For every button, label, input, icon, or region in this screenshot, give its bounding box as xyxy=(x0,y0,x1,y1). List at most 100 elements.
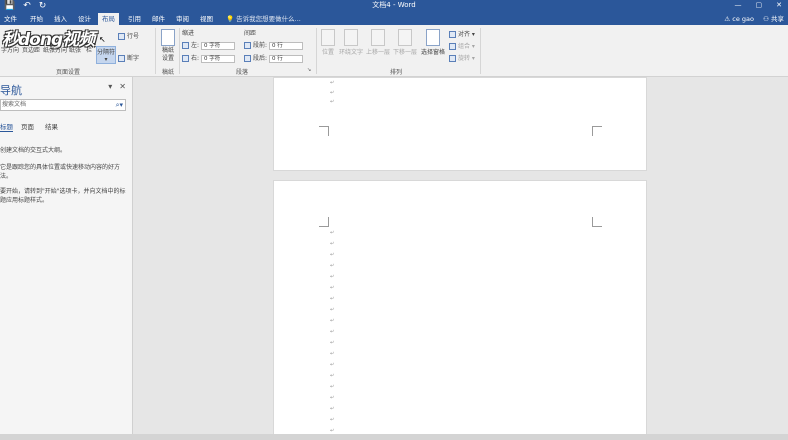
pane-options-icon[interactable]: ▾ xyxy=(108,82,112,91)
columns-button[interactable]: 栏 xyxy=(82,45,96,54)
manuscript-settings-button[interactable]: 稿纸设置 xyxy=(159,29,177,63)
nav-tab-headings[interactable]: 标题 xyxy=(0,121,13,132)
close-button[interactable]: ✕ xyxy=(776,0,782,11)
indent-right-icon xyxy=(182,55,189,62)
nav-search-input[interactable]: 搜索文档 ⌕▾ xyxy=(0,99,126,111)
paragraph-group-label: 段落 xyxy=(236,69,249,76)
page-1[interactable]: ↵ ↵ ↵ xyxy=(273,77,647,171)
user-account[interactable]: ⚠ ce gao xyxy=(724,13,754,25)
paragraph-mark: ↵ xyxy=(330,90,335,96)
paragraph-mark: ↵ xyxy=(330,362,335,368)
paragraph-mark: ↵ xyxy=(330,263,335,269)
manuscript-group-label: 稿纸 xyxy=(162,69,175,76)
align-button[interactable]: 对齐 ▾ xyxy=(449,29,475,38)
margins-button[interactable]: 页边距 xyxy=(20,45,42,54)
wrap-text-icon xyxy=(344,29,358,46)
tab-file[interactable]: 文件 xyxy=(0,13,21,25)
group-separator xyxy=(155,28,156,74)
send-backward-button[interactable]: 下移一层 xyxy=(392,29,418,56)
send-backward-icon xyxy=(398,29,412,46)
tab-layout[interactable]: 布局 xyxy=(98,13,119,25)
paragraph-mark: ↵ xyxy=(330,80,335,86)
search-icon[interactable]: ⌕▾ xyxy=(116,100,123,110)
tab-design[interactable]: 设计 xyxy=(74,13,95,25)
margin-corner-mark xyxy=(592,217,602,227)
spacing-after-icon xyxy=(244,55,251,62)
paragraph-dialog-launcher[interactable]: ↘ xyxy=(307,67,311,73)
spacing-after-input[interactable]: 0 行 xyxy=(268,54,303,63)
paragraph-mark: ↵ xyxy=(330,274,335,280)
bring-forward-button[interactable]: 上移一层 xyxy=(365,29,391,56)
title-bar: 💾 ↶ ↻ 文档4 - Word — ▢ ✕ xyxy=(0,0,788,12)
line-numbers-button[interactable]: 行号 xyxy=(118,31,139,40)
status-bar xyxy=(0,434,788,440)
nav-tab-results[interactable]: 结果 xyxy=(45,121,58,131)
margin-corner-mark xyxy=(319,126,329,136)
lightbulb-icon: 💡 xyxy=(226,15,235,23)
spacing-before-input[interactable]: 0 行 xyxy=(268,41,303,50)
page-2[interactable]: ↵ ↵ ↵ ↵ ↵ ↵ ↵ ↵ ↵ ↵ ↵ ↵ ↵ ↵ ↵ ↵ ↵ ↵ ↵ xyxy=(273,180,647,440)
breaks-button[interactable]: 分隔符 ▾ xyxy=(96,46,116,64)
indent-left-control[interactable]: 左: 0 字符 xyxy=(182,40,235,50)
tab-insert[interactable]: 插入 xyxy=(50,13,71,25)
paragraph-mark: ↵ xyxy=(330,307,335,313)
rotate-button[interactable]: 旋转 ▾ xyxy=(449,53,475,62)
tab-view[interactable]: 视图 xyxy=(196,13,217,25)
close-icon[interactable]: ✕ xyxy=(119,82,126,91)
group-separator xyxy=(480,28,481,74)
document-area[interactable]: ↵ ↵ ↵ ↵ ↵ ↵ ↵ ↵ ↵ ↵ ↵ ↵ ↵ ↵ ↵ ↵ ↵ ↵ ↵ ↵ … xyxy=(134,77,788,440)
group-separator xyxy=(179,28,180,74)
selection-pane-button[interactable]: 选择窗格 xyxy=(419,29,447,56)
tab-mailings[interactable]: 邮件 xyxy=(148,13,169,25)
manuscript-icon xyxy=(161,29,175,46)
text-direction-button[interactable]: 字方向 xyxy=(0,45,20,54)
tab-home[interactable]: 开始 xyxy=(26,13,47,25)
nav-tab-pages[interactable]: 页面 xyxy=(21,121,34,131)
selection-pane-icon xyxy=(426,29,440,46)
group-separator xyxy=(316,28,317,74)
wrap-text-button[interactable]: 环绕文字 xyxy=(338,29,364,56)
group-button[interactable]: 组合 ▾ xyxy=(449,41,475,50)
tab-references[interactable]: 引用 xyxy=(124,13,145,25)
paragraph-mark: ↵ xyxy=(330,406,335,412)
minimize-button[interactable]: — xyxy=(735,0,742,11)
orientation-button[interactable]: 纸张方向 xyxy=(42,45,68,54)
indent-right-input[interactable]: 0 字符 xyxy=(200,54,235,63)
mouse-cursor-icon: ↖ xyxy=(99,35,106,44)
warning-icon: ⚠ xyxy=(724,15,731,23)
position-icon xyxy=(321,29,335,46)
window-title: 文档4 - Word xyxy=(372,1,416,9)
paragraph-mark: ↵ xyxy=(330,351,335,357)
paragraph-mark: ↵ xyxy=(330,417,335,423)
bring-forward-icon xyxy=(371,29,385,46)
indent-left-icon xyxy=(182,42,189,49)
indent-label: 缩进 xyxy=(182,30,195,37)
spacing-after-control[interactable]: 段后: 0 行 xyxy=(244,53,303,63)
size-button[interactable]: 纸张 xyxy=(68,45,82,54)
tell-me-box[interactable]: 💡 告诉我您想要做什么... xyxy=(226,13,301,25)
spacing-label: 间距 xyxy=(244,30,257,37)
tab-review[interactable]: 审阅 xyxy=(172,13,193,25)
spacing-before-control[interactable]: 段前: 0 行 xyxy=(244,40,303,50)
chevron-down-icon: ▾ xyxy=(104,56,108,63)
paragraph-mark: ↵ xyxy=(330,241,335,247)
nav-help-text-1: 创建文档的交互式大纲。 xyxy=(0,147,67,154)
window-controls: — ▢ ✕ xyxy=(735,0,783,11)
paragraph-mark: ↵ xyxy=(330,329,335,335)
indent-left-input[interactable]: 0 字符 xyxy=(200,41,235,50)
page-setup-group-label: 页面设置 xyxy=(56,69,81,76)
paragraph-mark: ↵ xyxy=(330,384,335,390)
spacing-before-icon xyxy=(244,42,251,49)
share-button[interactable]: ⚇ 共享 xyxy=(763,13,784,25)
hyphenation-button[interactable]: 断字 xyxy=(118,53,139,62)
paragraph-mark: ↵ xyxy=(330,99,335,105)
paragraph-mark: ↵ xyxy=(330,230,335,236)
position-button[interactable]: 位置 xyxy=(319,29,337,56)
nav-title: 导航 xyxy=(0,84,22,97)
nav-help-text-2: 它是跟踪您的具体位置或快速移动内容的好方法。 xyxy=(0,164,121,180)
navigation-pane: 导航 ▾ ✕ 搜索文档 ⌕▾ 标题 页面 结果 创建文档的交互式大纲。 它是跟踪… xyxy=(0,77,133,440)
group-icon xyxy=(449,43,456,50)
line-numbers-icon xyxy=(118,33,125,40)
restore-button[interactable]: ▢ xyxy=(756,0,763,11)
indent-right-control[interactable]: 右: 0 字符 xyxy=(182,53,235,63)
